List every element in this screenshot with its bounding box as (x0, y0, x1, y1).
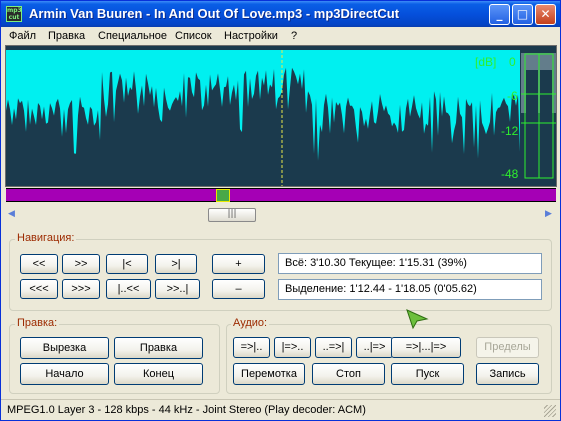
audio-play-after-button[interactable]: ..|=> (356, 337, 393, 358)
waveform-display[interactable]: [dB] 0 -6 -12 -48 (5, 45, 557, 187)
start-button[interactable]: Начало (20, 363, 109, 385)
navigation-label: Навигация: (15, 232, 77, 245)
selection-readout: Выделение: 1'12.44 - 1'18.05 (0'05.62) (278, 279, 542, 300)
navigation-group (9, 239, 552, 311)
audio-play-to-button[interactable]: =>|.. (233, 337, 270, 358)
db-minus12-label: -12 (501, 124, 519, 138)
scroll-right-arrow-icon[interactable]: ▶ (545, 209, 552, 219)
end-button[interactable]: Конец (114, 363, 203, 385)
scroll-thumb[interactable]: ||| (208, 208, 256, 222)
menu-settings[interactable]: Настройки (224, 29, 278, 43)
scroll-left-arrow-icon[interactable]: ◀ (8, 209, 15, 219)
nav-fast-back-button[interactable]: <<< (20, 279, 58, 299)
db-minus6-label: -6 (507, 89, 518, 103)
track-overview-bar[interactable] (6, 188, 556, 202)
selection-marker[interactable] (216, 189, 230, 202)
audio-play-selection-button[interactable]: =>|...|=> (391, 337, 461, 358)
record-button[interactable]: Запись (476, 363, 539, 385)
nav-sel-start-button[interactable]: |..<< (106, 279, 151, 299)
rewind-button[interactable]: Перемотка (233, 363, 305, 385)
maximize-button[interactable]: □ (512, 4, 533, 25)
nav-start-button[interactable]: |< (106, 254, 148, 274)
nav-sel-end-button[interactable]: >>..| (155, 279, 200, 299)
status-bar: MPEG1.0 Layer 3 - 128 kbps - 44 kHz - Jo… (1, 399, 560, 420)
close-button[interactable]: ✕ (535, 4, 556, 25)
horizontal-scrollbar[interactable]: ◀ ||| ▶ (5, 206, 557, 224)
position-readout: Всё: 3'10.30 Текущее: 1'15.31 (39%) (278, 253, 542, 274)
status-text: MPEG1.0 Layer 3 - 128 kbps - 44 kHz - Jo… (7, 404, 366, 416)
db-0-label: 0 (509, 55, 516, 69)
app-icon[interactable]: mp3 cut (6, 6, 22, 22)
db-unit-label: [dB] (475, 55, 497, 69)
menu-list[interactable]: Список (175, 29, 212, 43)
nav-end-button[interactable]: >| (155, 254, 197, 274)
edit-button[interactable]: Правка (114, 337, 203, 359)
stop-button[interactable]: Стоп (312, 363, 385, 385)
audio-play-end-button[interactable]: ..=>| (315, 337, 352, 358)
menu-help[interactable]: ? (291, 29, 297, 43)
edit-label: Правка: (15, 317, 60, 330)
play-button[interactable]: Пуск (391, 363, 464, 385)
audio-label: Аудио: (231, 317, 270, 330)
nav-fast-forward-button[interactable]: >>> (62, 279, 100, 299)
app-window: mp3 cut Armin Van Buuren - In And Out Of… (0, 0, 561, 421)
nav-back-button[interactable]: << (20, 254, 58, 274)
resize-grip-icon[interactable] (544, 405, 556, 417)
zoom-out-button[interactable]: – (212, 279, 265, 299)
menu-bar: Файл Правка Специальное Список Настройки… (1, 27, 560, 45)
zoom-in-button[interactable]: + (212, 254, 265, 274)
menu-edit[interactable]: Правка (48, 29, 85, 43)
menu-special[interactable]: Специальное (98, 29, 167, 43)
mouse-cursor-icon (406, 309, 429, 330)
title-bar[interactable]: mp3 cut Armin Van Buuren - In And Out Of… (1, 1, 560, 27)
window-title: Armin Van Buuren - In And Out Of Love.mp… (29, 6, 400, 21)
limits-button[interactable]: Пределы (476, 337, 539, 358)
nav-forward-button[interactable]: >> (62, 254, 100, 274)
menu-file[interactable]: Файл (9, 29, 36, 43)
minimize-button[interactable]: _ (489, 4, 510, 25)
audio-play-from-button[interactable]: |=>.. (274, 337, 311, 358)
cut-button[interactable]: Вырезка (20, 337, 109, 359)
db-minus48-label: -48 (501, 167, 519, 181)
